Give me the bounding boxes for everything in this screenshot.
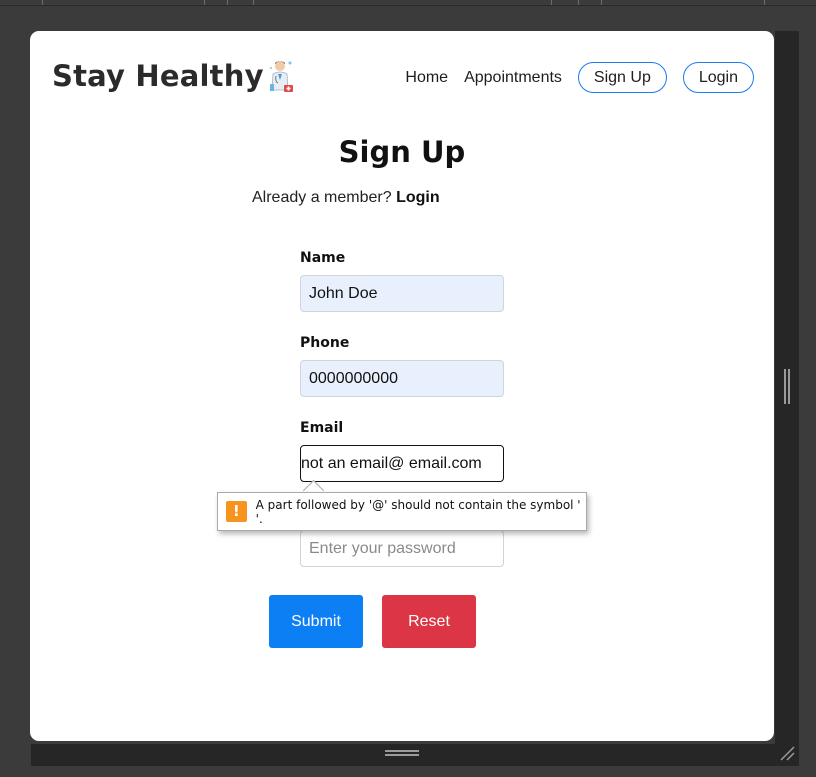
phone-input[interactable]: 0000000000 <box>300 360 504 397</box>
name-label: Name <box>300 250 346 266</box>
phone-label: Phone <box>300 335 350 351</box>
login-link[interactable]: Login <box>396 189 440 206</box>
password-input[interactable]: Enter your password <box>300 530 504 567</box>
validation-message: A part followed by '@' should not contai… <box>255 497 581 526</box>
submit-button[interactable]: Submit <box>269 595 363 648</box>
divider <box>578 0 579 5</box>
devtools-top-strip <box>0 0 816 6</box>
resize-handle-vertical[interactable] <box>784 369 790 404</box>
doctor-icon <box>269 61 293 92</box>
email-input-value: not an email@ email.com <box>301 454 482 472</box>
resize-handle-horizontal[interactable] <box>385 750 419 758</box>
email-input[interactable]: not an email@ email.com <box>300 445 504 482</box>
validation-tooltip: ! A part followed by '@' should not cont… <box>217 492 587 531</box>
name-input[interactable]: John Doe <box>300 275 504 312</box>
name-input-value: John Doe <box>309 284 378 302</box>
webpage-viewport: Stay Healthy Home Appointments Sign Up L… <box>30 31 774 741</box>
nav-signup-button[interactable]: Sign Up <box>577 62 667 93</box>
brand-name: Stay Healthy <box>52 59 264 93</box>
nav-login-button[interactable]: Login <box>682 62 754 93</box>
page-title: Sign Up <box>338 135 466 169</box>
top-navigation: Home Appointments Sign Up Login <box>405 62 754 93</box>
corner-resize-grip[interactable] <box>778 744 796 762</box>
warning-icon: ! <box>226 501 247 522</box>
phone-input-value: 0000000000 <box>309 369 398 387</box>
nav-appointments-link[interactable]: Appointments <box>464 69 562 87</box>
divider <box>227 0 228 5</box>
reset-button[interactable]: Reset <box>382 595 476 648</box>
member-prompt-text: Already a member? <box>252 189 392 206</box>
divider <box>764 0 765 5</box>
brand-logo[interactable]: Stay Healthy <box>52 56 296 96</box>
email-label: Email <box>300 420 344 436</box>
divider <box>551 0 552 5</box>
divider <box>253 0 254 5</box>
member-prompt: Already a member? Login <box>252 189 440 207</box>
divider <box>204 0 205 5</box>
divider <box>601 0 602 5</box>
password-placeholder: Enter your password <box>309 539 456 557</box>
divider <box>42 0 43 5</box>
nav-home-link[interactable]: Home <box>405 69 448 87</box>
